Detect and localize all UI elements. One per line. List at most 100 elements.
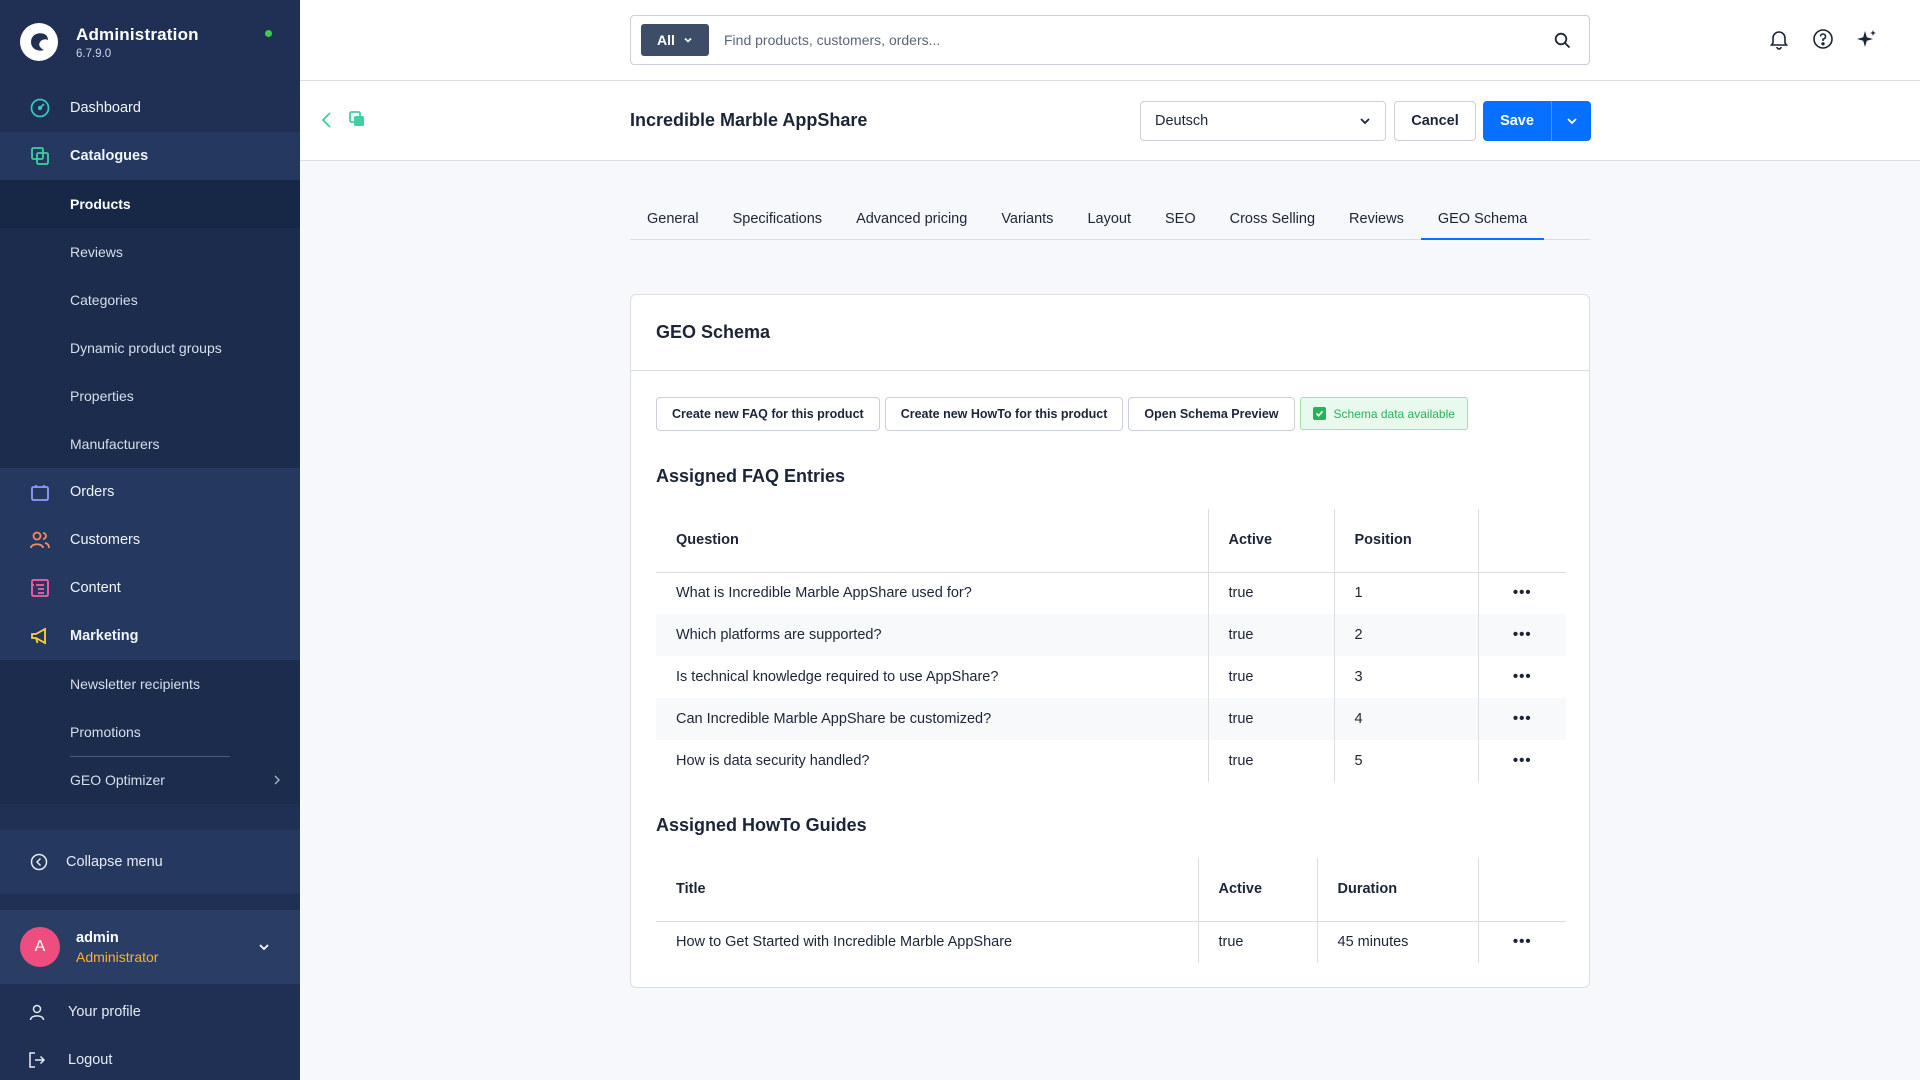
faq-question: Which platforms are supported?: [656, 614, 1208, 656]
tab-layout[interactable]: Layout: [1070, 204, 1148, 240]
sidebar-item-orders[interactable]: Orders: [0, 468, 300, 516]
divider: [70, 756, 230, 757]
table-row[interactable]: How to Get Started with Incredible Marbl…: [656, 921, 1566, 963]
faq-question: How is data security handled?: [676, 753, 870, 769]
brand-header: Administration 6.7.9.0: [0, 0, 300, 84]
sidebar-subitem-label: Reviews: [70, 244, 123, 260]
language-select[interactable]: Deutsch: [1140, 101, 1386, 141]
open-schema-preview-button[interactable]: Open Schema Preview: [1128, 397, 1295, 431]
logout-icon: [28, 1051, 50, 1069]
faq-active: true: [1207, 614, 1334, 656]
sidebar-subitem-label: Products: [70, 196, 131, 212]
sidebar-subitem-newsletter-recipients[interactable]: Newsletter recipients: [0, 660, 300, 708]
logout-link[interactable]: Logout: [0, 1036, 300, 1080]
row-context-menu-icon[interactable]: •••: [1513, 752, 1532, 769]
sidebar-subitem-label: Properties: [70, 388, 134, 404]
avatar: A: [20, 927, 60, 967]
faq-table: Question Active Position What is Incredi…: [656, 509, 1566, 782]
tab-variants[interactable]: Variants: [984, 204, 1070, 240]
faq-question: What is Incredible Marble AppShare used …: [676, 585, 972, 602]
tab-geo-schema[interactable]: GEO Schema: [1420, 204, 1545, 240]
tab-seo[interactable]: SEO: [1148, 204, 1213, 240]
logout-label: Logout: [68, 1052, 113, 1068]
sidebar-item-label: Content: [70, 580, 121, 596]
user-role: Administrator: [76, 948, 159, 965]
sidebar-item-catalogues[interactable]: Catalogues: [0, 132, 300, 180]
faq-position: 4: [1333, 698, 1478, 740]
sidebar: Administration 6.7.9.0 Dashboard Catalog…: [0, 0, 300, 1080]
dashboard-gauge-icon: [28, 96, 52, 120]
sidebar-item-marketing[interactable]: Marketing: [0, 612, 300, 660]
faq-active: true: [1207, 572, 1334, 614]
table-row[interactable]: Which platforms are supported? true 2 ••…: [656, 614, 1566, 656]
tab-general[interactable]: General: [630, 204, 716, 240]
cancel-button[interactable]: Cancel: [1394, 101, 1476, 141]
user-icon: [28, 1003, 50, 1021]
chevron-right-icon: [272, 775, 282, 785]
column-header-active[interactable]: Active: [1197, 858, 1317, 922]
sidebar-subitem-geo-optimizer[interactable]: GEO Optimizer: [0, 756, 300, 804]
megaphone-icon: [28, 624, 52, 648]
duplicate-product-icon[interactable]: [348, 110, 366, 128]
tab-cross-selling[interactable]: Cross Selling: [1213, 204, 1332, 240]
page-header: Incredible Marble AppShare Deutsch Cance…: [300, 81, 1920, 161]
table-row[interactable]: Can Incredible Marble AppShare be custom…: [656, 698, 1566, 740]
catalogue-stack-icon: [28, 144, 52, 168]
back-arrow-icon[interactable]: [320, 111, 334, 129]
sidebar-subitem-reviews[interactable]: Reviews: [0, 228, 300, 276]
row-context-menu-icon[interactable]: •••: [1513, 710, 1532, 727]
search-icon[interactable]: [1554, 32, 1571, 49]
sidebar-subitem-dynamic-product-groups[interactable]: Dynamic product groups: [0, 324, 300, 372]
shopware-logo-icon[interactable]: [20, 23, 58, 61]
global-search: All: [630, 15, 1590, 65]
search-input[interactable]: [724, 32, 1554, 48]
sidebar-subitem-properties[interactable]: Properties: [0, 372, 300, 420]
sidebar-subitem-manufacturers[interactable]: Manufacturers: [0, 420, 300, 468]
sidebar-subitem-label: Newsletter recipients: [70, 676, 200, 692]
checkmark-icon: [1312, 407, 1326, 420]
tab-specifications[interactable]: Specifications: [716, 204, 839, 240]
sidebar-subitem-categories[interactable]: Categories: [0, 276, 300, 324]
sidebar-subitem-label: GEO Optimizer: [70, 772, 165, 788]
row-context-menu-icon[interactable]: •••: [1513, 626, 1532, 643]
sidebar-item-dashboard[interactable]: Dashboard: [0, 84, 300, 132]
notification-bell-icon[interactable]: [1768, 28, 1790, 50]
row-context-menu-icon[interactable]: •••: [1513, 933, 1532, 950]
your-profile-link[interactable]: Your profile: [0, 988, 300, 1036]
ai-sparkle-icon[interactable]: [1856, 28, 1878, 50]
sidebar-item-customers[interactable]: Customers: [0, 516, 300, 564]
app-title: Administration: [76, 24, 199, 44]
table-row[interactable]: What is Incredible Marble AppShare used …: [656, 572, 1566, 614]
schema-actions: Create new FAQ for this product Create n…: [656, 397, 1468, 431]
sidebar-subitem-label: Categories: [70, 292, 138, 308]
search-type-select[interactable]: All: [641, 24, 709, 56]
row-context-menu-icon[interactable]: •••: [1513, 668, 1532, 685]
save-button[interactable]: Save: [1483, 101, 1551, 141]
card-title: GEO Schema: [631, 295, 1589, 371]
column-header-duration[interactable]: Duration: [1316, 858, 1478, 922]
create-howto-button[interactable]: Create new HowTo for this product: [884, 397, 1124, 431]
sidebar-item-content[interactable]: Content: [0, 564, 300, 612]
column-header-position[interactable]: Position: [1333, 509, 1478, 573]
row-context-menu-icon[interactable]: •••: [1513, 584, 1532, 601]
howto-duration: 45 minutes: [1316, 921, 1478, 963]
table-row[interactable]: Is technical knowledge required to use A…: [656, 656, 1566, 698]
schema-status-badge: Schema data available: [1299, 397, 1468, 430]
help-question-icon[interactable]: [1812, 28, 1834, 50]
create-faq-button[interactable]: Create new FAQ for this product: [656, 397, 880, 431]
tab-reviews[interactable]: Reviews: [1332, 204, 1421, 240]
sidebar-subitem-products[interactable]: Products: [0, 180, 300, 228]
product-tabs: General Specifications Advanced pricing …: [630, 204, 1590, 240]
collapse-menu-button[interactable]: Collapse menu: [0, 830, 300, 894]
column-header-question[interactable]: Question: [656, 509, 1208, 573]
faq-position: 2: [1333, 614, 1478, 656]
chevron-down-icon[interactable]: [258, 941, 270, 953]
tab-advanced-pricing[interactable]: Advanced pricing: [839, 204, 984, 240]
column-header-active[interactable]: Active: [1207, 509, 1334, 573]
user-menu[interactable]: A admin Administrator: [0, 910, 300, 984]
sidebar-item-label: Customers: [70, 532, 141, 548]
column-header-title[interactable]: Title: [656, 858, 1198, 922]
table-row[interactable]: How is data security handled? true 5 •••: [656, 740, 1566, 782]
save-options-chevron-icon[interactable]: [1551, 101, 1591, 141]
sidebar-subitem-promotions[interactable]: Promotions: [0, 708, 300, 756]
